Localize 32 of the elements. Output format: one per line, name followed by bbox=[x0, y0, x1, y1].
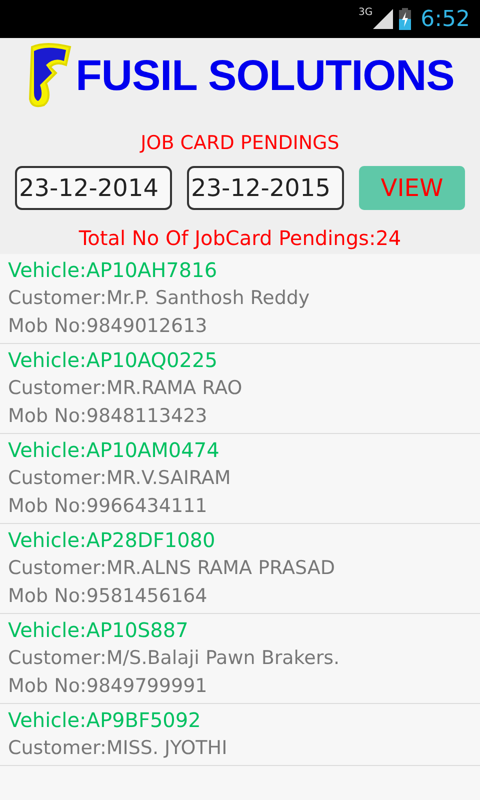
signal-icon bbox=[372, 9, 393, 29]
total-count: Total No Of JobCard Pendings:24 bbox=[78, 226, 402, 250]
battery-charging-icon bbox=[398, 8, 411, 30]
customer-name: Customer:M/S.Balaji Pawn Brakers. bbox=[8, 646, 340, 671]
customer-name: Customer:MISS. JYOTHI bbox=[8, 736, 228, 761]
job-card-item[interactable]: Vehicle:AP9BF5092 Customer:MISS. JYOTHI bbox=[0, 704, 480, 766]
vehicle-number: Vehicle:AP10AH7816 bbox=[8, 257, 218, 284]
customer-name: Customer:MR.ALNS RAMA PRASAD bbox=[8, 556, 335, 581]
vehicle-number: Vehicle:AP9BF5092 bbox=[8, 707, 201, 734]
job-card-item[interactable]: Vehicle:AP10AM0474 Customer:MR.V.SAIRAM Mob No:9966434111 bbox=[0, 434, 480, 524]
vehicle-number: Vehicle:AP10S887 bbox=[8, 617, 188, 644]
mobile-number: Mob No:9966434111 bbox=[8, 494, 208, 519]
mobile-number: Mob No:9849799991 bbox=[8, 674, 208, 699]
customer-name: Customer:Mr.P. Santhosh Reddy bbox=[8, 286, 310, 311]
job-card-item[interactable]: Vehicle:AP10S887 Customer:M/S.Balaji Pawn Brakers. Mob No:9849799991 bbox=[0, 614, 480, 704]
vehicle-number: Vehicle:AP10AM0474 bbox=[8, 437, 220, 464]
job-card-item[interactable]: Vehicle:AP10AQ0225 Customer:MR.RAMA RAO Mob No:9848113423 bbox=[0, 344, 480, 434]
page-heading: JOB CARD PENDINGS bbox=[138, 132, 340, 154]
app-title: FUSIL SOLUTIONS bbox=[76, 52, 454, 100]
job-card-item[interactable]: Vehicle:AP10AH7816 Customer:Mr.P. Santhosh Reddy Mob No:9849012613 bbox=[0, 254, 480, 344]
customer-name: Customer:MR.V.SAIRAM bbox=[8, 466, 231, 491]
mobile-number: Mob No:9848113423 bbox=[8, 404, 208, 429]
vehicle-number: Vehicle:AP28DF1080 bbox=[8, 527, 216, 554]
to-date-field[interactable]: 23-12-2015 bbox=[187, 166, 344, 210]
from-date-field[interactable]: 23-12-2014 bbox=[15, 166, 172, 210]
vehicle-number: Vehicle:AP10AQ0225 bbox=[8, 347, 218, 374]
customer-name: Customer:MR.RAMA RAO bbox=[8, 376, 242, 401]
mobile-number: Mob No:9849012613 bbox=[8, 314, 208, 339]
job-card-item[interactable]: Vehicle:AP28DF1080 Customer:MR.ALNS RAMA PRASAD Mob No:9581456164 bbox=[0, 524, 480, 614]
network-type: 3G bbox=[358, 7, 373, 18]
clock: 6:52 bbox=[420, 6, 470, 32]
mobile-number: Mob No:9581456164 bbox=[8, 584, 208, 609]
